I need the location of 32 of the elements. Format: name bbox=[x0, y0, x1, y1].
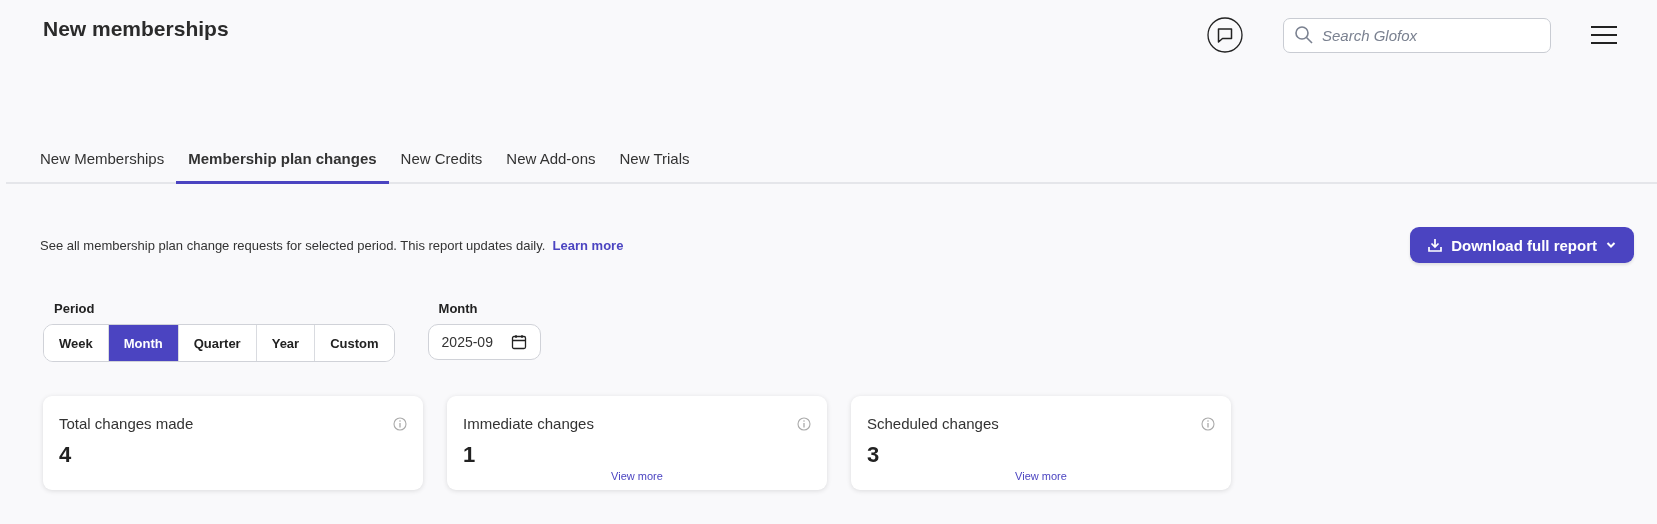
page-title: New memberships bbox=[43, 17, 229, 41]
view-more-link[interactable]: View more bbox=[611, 470, 663, 482]
card-title: Immediate changes bbox=[463, 415, 594, 432]
search-icon bbox=[1294, 24, 1314, 45]
calendar-icon bbox=[510, 334, 527, 350]
menu-icon[interactable] bbox=[1591, 25, 1617, 45]
info-icon[interactable] bbox=[393, 416, 407, 431]
card-value: 1 bbox=[463, 442, 477, 468]
month-label: Month bbox=[438, 301, 479, 316]
period-option[interactable]: Month bbox=[107, 325, 178, 361]
tab[interactable]: New Memberships bbox=[28, 132, 177, 184]
tab[interactable]: New Add-ons bbox=[494, 132, 608, 184]
learn-more-link[interactable]: Learn more bbox=[552, 237, 624, 253]
chat-icon[interactable] bbox=[1207, 17, 1243, 53]
card-title: Scheduled changes bbox=[867, 415, 999, 432]
download-button[interactable]: Download full report bbox=[1410, 227, 1634, 263]
period-option[interactable]: Custom bbox=[314, 325, 394, 361]
download-icon bbox=[1428, 238, 1443, 252]
tab[interactable]: New Credits bbox=[388, 132, 495, 184]
search-field[interactable]: Search Glofox bbox=[1283, 17, 1551, 53]
card-value: 4 bbox=[59, 442, 73, 468]
month-field[interactable]: 2025-09 bbox=[427, 324, 541, 360]
description-text: See all membership plan change requests for selected period. This report updates daily. Learn more bbox=[40, 237, 624, 253]
tab[interactable]: New Trials bbox=[607, 132, 702, 184]
caret-icon bbox=[1606, 241, 1616, 249]
view-more-link[interactable]: View more bbox=[1015, 470, 1067, 482]
info-icon[interactable] bbox=[1201, 416, 1215, 431]
card-value: 3 bbox=[867, 442, 881, 468]
tab[interactable]: Membership plan changes bbox=[176, 132, 389, 184]
card-title: Total changes made bbox=[59, 415, 194, 432]
period-label: Period bbox=[54, 301, 96, 316]
info-icon[interactable] bbox=[797, 416, 811, 431]
